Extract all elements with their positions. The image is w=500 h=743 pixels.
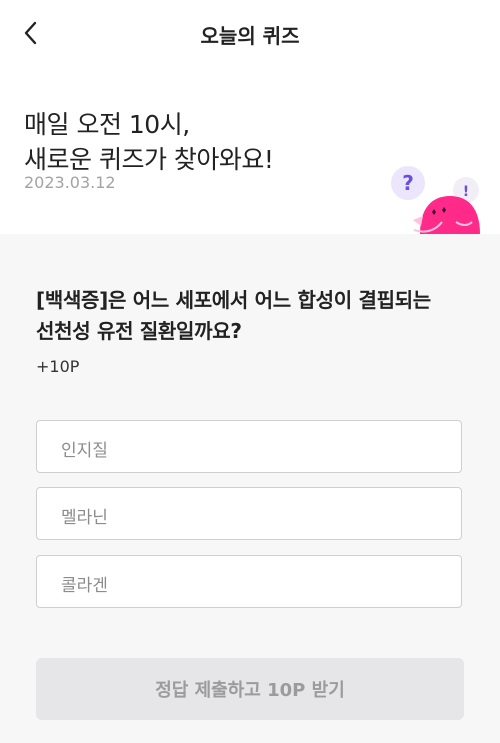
svg-text:?: ?: [402, 171, 414, 195]
answer-option-2[interactable]: 멜라닌: [36, 487, 462, 540]
submit-answer-button[interactable]: 정답 제출하고 10P 받기: [36, 658, 464, 720]
page-title: 오늘의 퀴즈: [200, 24, 300, 48]
answer-option-label: 인지질: [61, 441, 108, 461]
reward-points: +10P: [36, 357, 80, 376]
hero-text-line1: 매일 오전 10시,: [24, 110, 190, 139]
quiz-question-line1: [백색증]은 어느 세포에서 어느 합성이 결핍되는: [36, 288, 431, 312]
answer-option-3[interactable]: 콜라겐: [36, 555, 462, 608]
answer-option-label: 멜라닌: [61, 508, 108, 528]
hero-text-line2: 새로운 퀴즈가 찾아와요!: [24, 145, 274, 174]
header: 오늘의 퀴즈: [0, 0, 500, 66]
svg-text:!: !: [463, 184, 469, 200]
answer-option-label: 콜라겐: [61, 576, 108, 596]
answer-option-1[interactable]: 인지질: [36, 420, 462, 473]
hero-section: 오늘의 퀴즈 매일 오전 10시, 새로운 퀴즈가 찾아와요! 2023.03.…: [0, 0, 500, 234]
quiz-mascot-icon: ? !: [391, 166, 480, 234]
quiz-date: 2023.03.12: [24, 173, 116, 192]
quiz-question-line2: 선천성 유전 질환일까요?: [36, 319, 242, 343]
